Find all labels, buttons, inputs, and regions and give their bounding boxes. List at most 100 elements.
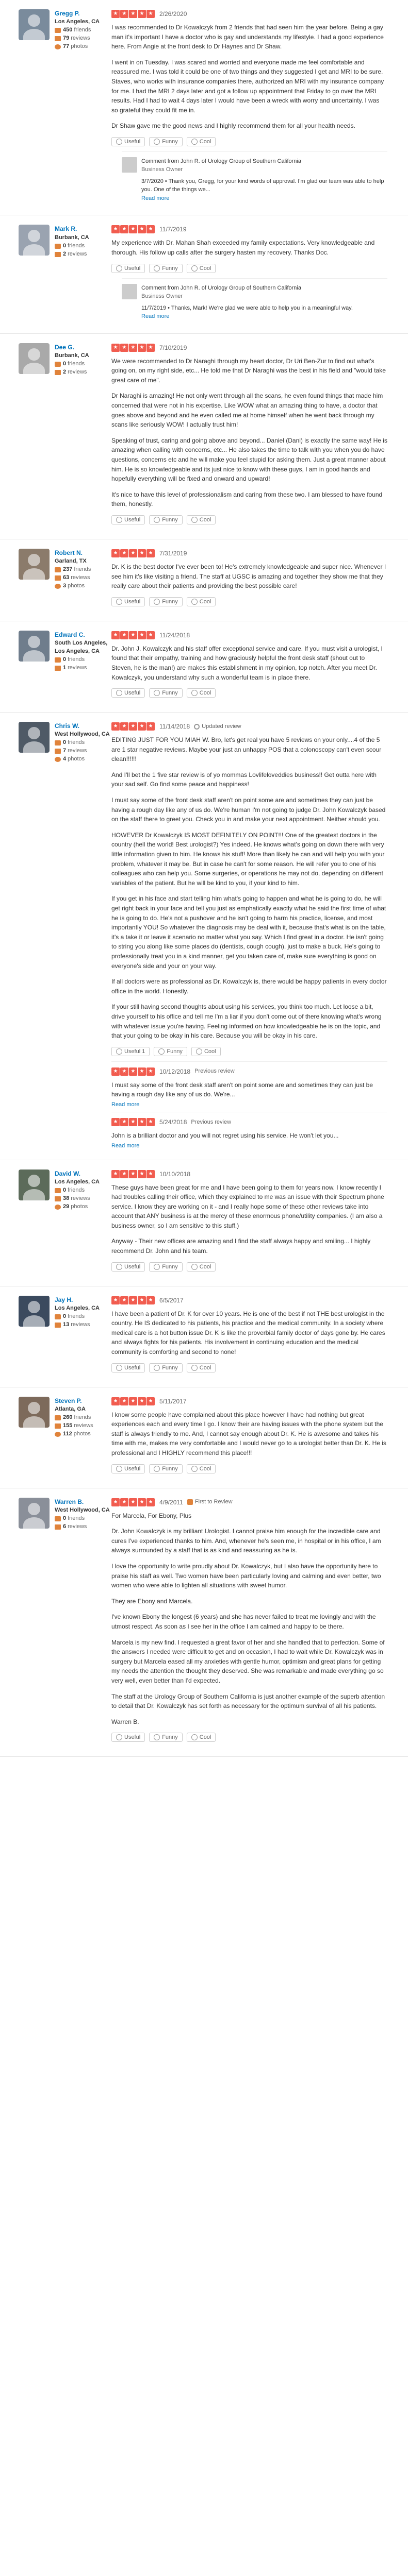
vote-buttons: Useful Funny Cool [111, 1262, 387, 1272]
review-text: My experience with Dr. Mahan Shah exceed… [111, 239, 375, 257]
cool-icon [191, 138, 198, 145]
funny-button[interactable]: Funny [149, 263, 183, 273]
useful-button[interactable]: Useful [111, 1464, 145, 1473]
cool-button[interactable]: Cool [186, 515, 216, 524]
cool-button[interactable]: Cool [186, 137, 216, 146]
reviewer-info: Steven P. Atlanta, GA 260 friends 155 reviews… [55, 1397, 93, 1479]
funny-button[interactable]: Funny [149, 1262, 183, 1272]
reviewer-name[interactable]: Chris W. [55, 722, 110, 731]
reviews-label: reviews [74, 1422, 93, 1429]
avatar[interactable] [19, 1497, 50, 1529]
photos-label: photos [73, 1430, 91, 1437]
reviews-value: 79 [63, 35, 70, 42]
reviewer-name[interactable]: David W. [55, 1170, 100, 1178]
star-icon: ★ [111, 1397, 120, 1405]
review-content: ★ ★ ★ ★ ★ 2/26/2020 I was recommended to Dr Ko… [111, 9, 387, 206]
review-text: I must say some of the front desk staff … [111, 796, 386, 823]
cool-button[interactable]: Cool [191, 1046, 221, 1056]
cool-button[interactable]: Cool [186, 688, 216, 698]
useful-button[interactable]: Useful [111, 688, 145, 698]
funny-button[interactable]: Funny [149, 597, 183, 606]
funny-button[interactable]: Funny [149, 1733, 183, 1742]
avatar[interactable] [19, 1396, 50, 1428]
reviewer-info: Warren B. West Hollywood, CA 0 friends 6 revi… [55, 1498, 110, 1748]
funny-button-label: Funny [162, 265, 178, 272]
cool-button[interactable]: Cool [186, 1262, 216, 1272]
useful-button[interactable]: Useful [111, 597, 145, 606]
read-more-link[interactable]: Read more [111, 1142, 387, 1150]
reviewer-name[interactable]: Mark R. [55, 225, 89, 233]
avatar[interactable] [19, 722, 50, 753]
funny-button[interactable]: Funny [149, 1464, 183, 1473]
updated-icon [194, 723, 200, 730]
star-icon: ★ [111, 631, 120, 639]
reviewer-reviews-count: 38 reviews [55, 1195, 100, 1203]
reviewer-reviews-count: 79 reviews [55, 35, 100, 43]
read-more-link[interactable]: Read more [141, 312, 353, 321]
funny-icon [154, 265, 160, 272]
review-content: ★ ★ ★ ★ ★ 7/10/2019 We were recommended to Dr … [111, 343, 387, 530]
rating-row: ★ ★ ★ ★ ★ 11/7/2019 [111, 225, 387, 234]
reviewer-location: Los Angeles, CA [55, 1178, 100, 1185]
friends-icon [55, 567, 61, 573]
useful-button[interactable]: Useful [111, 137, 145, 146]
review-date: 11/7/2019 [159, 226, 187, 233]
vote-buttons: Useful Funny Cool [111, 1464, 387, 1473]
reviewer-name[interactable]: Warren B. [55, 1498, 110, 1506]
reviewer-name[interactable]: Jay H. [55, 1296, 100, 1304]
useful-button-label: Useful [124, 1364, 141, 1371]
cool-button[interactable]: Cool [186, 1363, 216, 1372]
useful-button[interactable]: Useful 1 [111, 1046, 150, 1056]
useful-icon [116, 598, 122, 605]
previous-review: ★ ★ ★ ★ ★ 5/24/2018 Previous review John is a b… [111, 1112, 387, 1150]
avatar[interactable] [19, 630, 50, 662]
reviewer-info: Gregg P. Los Angeles, CA 450 friends 79 revie… [55, 9, 100, 206]
star-icon: ★ [146, 1170, 155, 1178]
reviewer-reviews-count: 1 reviews [55, 664, 111, 672]
avatar[interactable] [19, 343, 50, 374]
funny-button[interactable]: Funny [149, 1363, 183, 1372]
cool-button[interactable]: Cool [186, 1464, 216, 1473]
reviewer-info: Chris W. West Hollywood, CA 0 friends 7 revie… [55, 722, 110, 1150]
rating-row: ★ ★ ★ ★ ★ 5/11/2017 [111, 1397, 387, 1406]
reply-text: 11/7/2019 • Thanks, Mark! We're glad we … [141, 304, 353, 311]
funny-button[interactable]: Funny [154, 1046, 187, 1056]
read-more-link[interactable]: Read more [111, 1100, 387, 1109]
vote-buttons: Useful Funny Cool [111, 1363, 387, 1372]
photos-icon [55, 757, 61, 762]
avatar[interactable] [19, 9, 50, 40]
useful-button[interactable]: Useful [111, 1262, 145, 1272]
funny-button[interactable]: Funny [149, 688, 183, 698]
avatar[interactable] [19, 225, 50, 256]
review-text: If your still having second thoughts abo… [111, 1003, 382, 1040]
cool-button-label: Cool [199, 1465, 211, 1472]
avatar[interactable] [19, 548, 50, 580]
cool-button[interactable]: Cool [186, 597, 216, 606]
reviewer-name[interactable]: Robert N. [55, 549, 91, 557]
funny-button[interactable]: Funny [149, 515, 183, 524]
avatar[interactable] [19, 1295, 50, 1327]
friends-value: 0 [63, 242, 67, 249]
avatar[interactable] [19, 1169, 50, 1200]
review-text: I love the opportunity to write proudly … [111, 1562, 381, 1589]
useful-button[interactable]: Useful [111, 1733, 145, 1742]
reviewer-name[interactable]: Gregg P. [55, 9, 100, 18]
star-icon: ★ [111, 1170, 120, 1178]
funny-button[interactable]: Funny [149, 137, 183, 146]
read-more-link[interactable]: Read more [141, 194, 387, 203]
photos-icon [55, 44, 61, 50]
useful-button[interactable]: Useful [111, 515, 145, 524]
photos-value: 3 [63, 583, 67, 589]
cool-button[interactable]: Cool [186, 263, 216, 273]
reply-role: Business Owner [141, 293, 183, 300]
reviewer-name[interactable]: Dee G. [55, 343, 89, 352]
useful-button[interactable]: Useful [111, 263, 145, 273]
useful-button[interactable]: Useful [111, 1363, 145, 1372]
star-icon: ★ [111, 1067, 120, 1076]
cool-button[interactable]: Cool [186, 1733, 216, 1742]
reviewer-info: Robert N. Garland, TX 237 friends 63 reviews 3… [55, 549, 91, 612]
review-text: Warren B. [111, 1718, 139, 1725]
reviewer-name[interactable]: Edward C. [55, 631, 111, 639]
reviewer-name[interactable]: Steven P. [55, 1397, 93, 1405]
funny-icon [154, 1465, 160, 1472]
